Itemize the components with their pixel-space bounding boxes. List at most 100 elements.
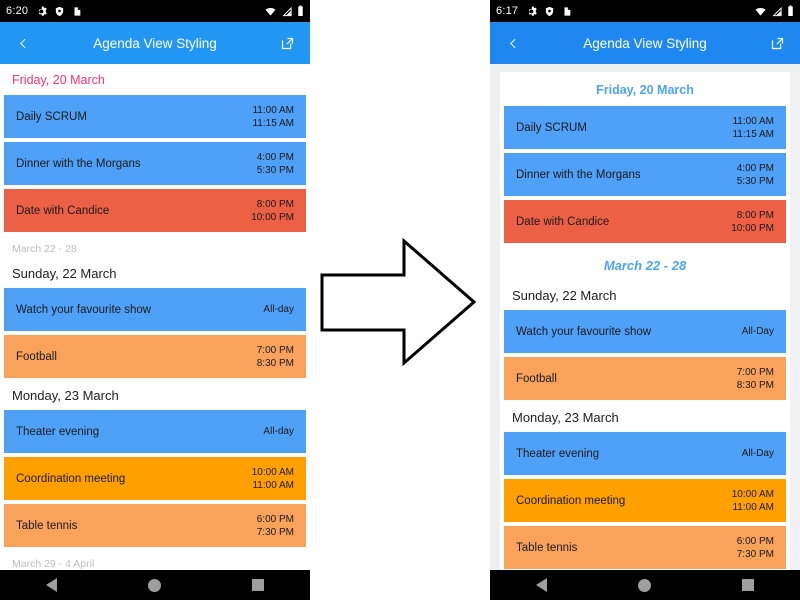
shield-icon <box>544 6 555 17</box>
event-item[interactable]: Table tennis 6:00 PM 7:30 PM <box>504 526 786 569</box>
event-item[interactable]: Football 7:00 PM 8:30 PM <box>504 357 786 400</box>
event-end-time: 11:00 AM <box>732 501 774 513</box>
week-header: March 22 - 28 <box>603 258 687 273</box>
event-start-time: 7:00 PM <box>736 366 774 378</box>
nav-bar-left <box>0 570 310 600</box>
event-item[interactable]: Coordination meeting 10:00 AM 11:00 AM <box>4 457 306 500</box>
event-end-time: 10:00 PM <box>731 222 774 234</box>
day-header: Monday, 23 March <box>12 388 119 403</box>
agenda-body-right[interactable]: Friday, 20 March Daily SCRUM 11:00 AM 11:15… <box>490 64 800 570</box>
event-title: Coordination meeting <box>16 472 126 485</box>
day-header: Friday, 20 March <box>12 73 105 87</box>
right-arrow-icon <box>320 237 477 367</box>
event-title: Watch your favourite show <box>16 303 152 316</box>
event-title: Coordination meeting <box>516 494 626 507</box>
event-start-time: 7:00 PM <box>256 344 294 356</box>
event-group: Watch your favourite show All-Day Football… <box>500 310 790 400</box>
event-start-time: 8:00 PM <box>256 198 294 210</box>
event-time: 10:00 AM 11:00 AM <box>732 488 774 514</box>
phone-left: 6:20 Agenda View Styling Friday, 20 Marc… <box>0 0 310 600</box>
event-start-time: 6:00 PM <box>256 513 294 525</box>
event-time: All-day <box>263 426 294 437</box>
event-item[interactable]: Date with Candice 8:00 PM 10:00 PM <box>4 189 306 232</box>
agenda-scroll-left[interactable]: Friday, 20 March Daily SCRUM 11:00 AM 11:15… <box>0 64 310 570</box>
open-in-new-button[interactable] <box>764 30 790 56</box>
agenda-scroll-right[interactable]: Friday, 20 March Daily SCRUM 11:00 AM 11:15… <box>500 72 790 570</box>
event-time: All-Day <box>741 326 774 337</box>
nav-recents-button[interactable] <box>252 579 265 591</box>
status-time: 6:20 <box>6 5 29 17</box>
app-bar-right: Agenda View Styling <box>490 22 800 64</box>
agenda-card-left: Friday, 20 March Daily SCRUM 11:00 AM 11:15… <box>0 64 310 570</box>
event-item[interactable]: Watch your favourite show All-day <box>4 288 306 331</box>
event-time: 6:00 PM 7:30 PM <box>737 535 774 561</box>
event-title: Date with Candice <box>16 204 110 217</box>
event-group: Daily SCRUM 11:00 AM 11:15 AM Dinner with t… <box>0 95 310 232</box>
event-start-time: 8:00 PM <box>736 209 774 221</box>
event-title: Daily SCRUM <box>16 110 87 123</box>
day-header: Friday, 20 March <box>596 83 694 97</box>
event-end-time: 7:30 PM <box>256 526 294 538</box>
document-icon <box>72 6 82 17</box>
signal-icon <box>281 6 293 17</box>
event-title: Theater evening <box>516 447 600 460</box>
status-bar-left: 6:20 <box>0 0 310 22</box>
event-title: Football <box>516 372 557 385</box>
event-title: Football <box>16 350 57 363</box>
page-title: Agenda View Styling <box>583 35 707 51</box>
agenda-body-left[interactable]: Friday, 20 March Daily SCRUM 11:00 AM 11:15… <box>0 64 310 570</box>
nav-home-button[interactable] <box>637 578 651 592</box>
event-item[interactable]: Daily SCRUM 11:00 AM 11:15 AM <box>4 95 306 138</box>
nav-back-button[interactable] <box>535 578 547 592</box>
event-item[interactable]: Coordination meeting 10:00 AM 11:00 AM <box>504 479 786 522</box>
status-left-icons <box>36 5 82 17</box>
event-start-time: 4:00 PM <box>256 151 294 163</box>
nav-home-button[interactable] <box>147 578 161 592</box>
event-group: Theater evening All-day Coordination meeti… <box>0 410 310 547</box>
event-item[interactable]: Theater evening All-Day <box>504 432 786 475</box>
event-item[interactable]: Table tennis 6:00 PM 7:30 PM <box>4 504 306 547</box>
event-title: Table tennis <box>516 541 578 554</box>
nav-back-button[interactable] <box>45 578 57 592</box>
event-time: 4:00 PM 5:30 PM <box>257 151 294 177</box>
agenda-card-right: Friday, 20 March Daily SCRUM 11:00 AM 11:15… <box>500 72 790 570</box>
status-right-icons <box>754 5 794 17</box>
event-time: 10:00 AM 11:00 AM <box>252 466 294 492</box>
event-end-time: 5:30 PM <box>736 175 774 187</box>
event-time: 7:00 PM 8:30 PM <box>257 344 294 370</box>
event-item[interactable]: Watch your favourite show All-Day <box>504 310 786 353</box>
day-header: Monday, 23 March <box>512 410 619 425</box>
comparison-stage: 6:20 Agenda View Styling Friday, 20 Marc… <box>0 0 800 600</box>
document-icon <box>562 6 572 17</box>
nav-recents-button[interactable] <box>742 579 755 591</box>
event-item[interactable]: Football 7:00 PM 8:30 PM <box>4 335 306 378</box>
event-item[interactable]: Dinner with the Morgans 4:00 PM 5:30 PM <box>4 142 306 185</box>
event-time: 11:00 AM 11:15 AM <box>252 104 294 130</box>
event-item[interactable]: Dinner with the Morgans 4:00 PM 5:30 PM <box>504 153 786 196</box>
back-button[interactable] <box>500 30 526 56</box>
battery-icon <box>297 5 304 17</box>
event-time: All-day <box>263 304 294 315</box>
event-time: 11:00 AM 11:15 AM <box>732 115 774 141</box>
event-title: Theater evening <box>16 425 100 438</box>
event-start-time: 4:00 PM <box>736 162 774 174</box>
battery-icon <box>787 5 794 17</box>
event-end-time: 8:30 PM <box>256 357 294 369</box>
event-group: Theater evening All-Day Coordination meeti… <box>500 432 790 569</box>
event-end-time: 11:00 AM <box>252 479 294 491</box>
event-item[interactable]: Date with Candice 8:00 PM 10:00 PM <box>504 200 786 243</box>
event-start-time: 10:00 AM <box>251 466 294 478</box>
event-start-time: 11:00 AM <box>252 104 294 116</box>
back-button[interactable] <box>10 30 36 56</box>
open-in-new-button[interactable] <box>274 30 300 56</box>
event-time: 8:00 PM 10:00 PM <box>251 198 294 224</box>
phone-right: 6:17 Agenda View Styling Friday, 20 Marc… <box>490 0 800 600</box>
event-time: All-Day <box>741 448 774 459</box>
event-title: Watch your favourite show <box>516 325 652 338</box>
event-end-time: 10:00 PM <box>251 211 294 223</box>
event-title: Date with Candice <box>516 215 610 228</box>
event-item[interactable]: Theater evening All-day <box>4 410 306 453</box>
event-time: 7:00 PM 8:30 PM <box>737 366 774 392</box>
day-header: Sunday, 22 March <box>512 288 617 303</box>
event-item[interactable]: Daily SCRUM 11:00 AM 11:15 AM <box>504 106 786 149</box>
